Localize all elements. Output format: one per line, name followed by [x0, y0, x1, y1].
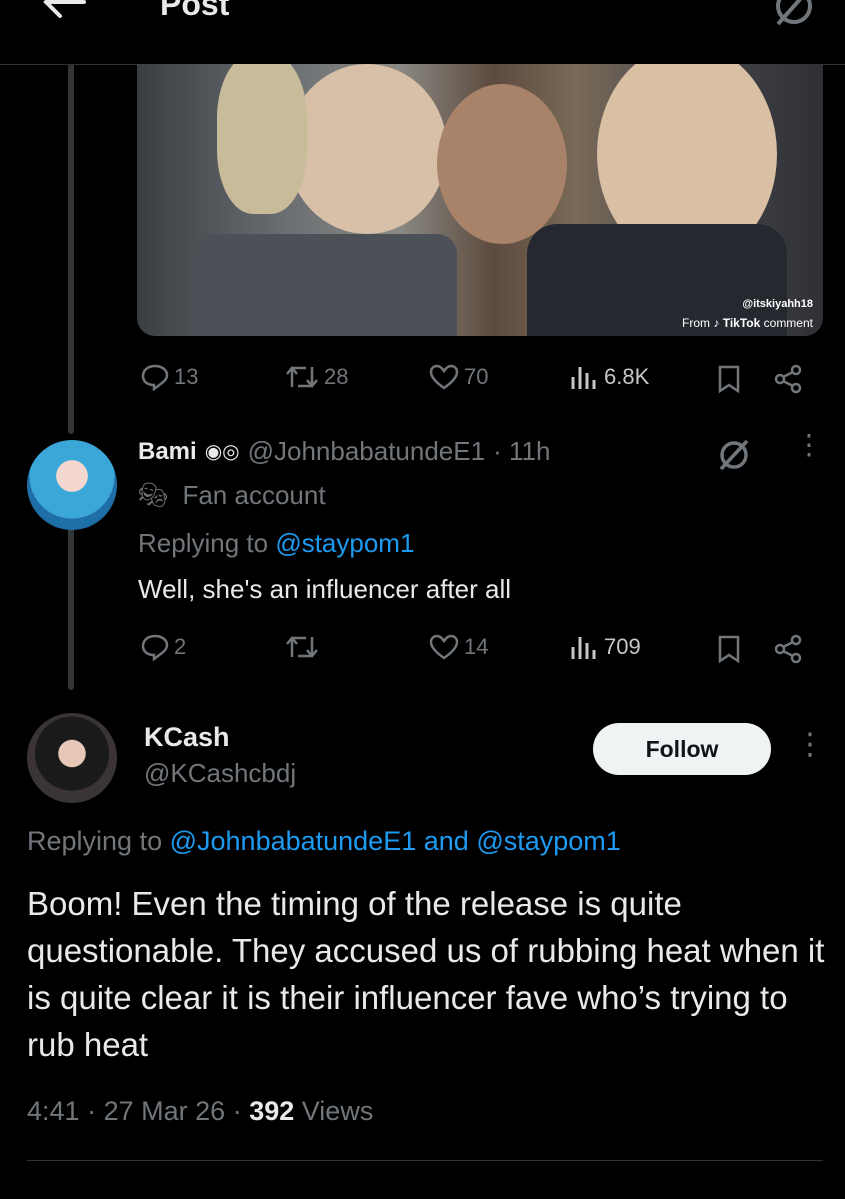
reply-button[interactable]: 2 — [140, 633, 186, 661]
hair — [217, 64, 307, 214]
timestamp[interactable]: · 11h — [493, 436, 550, 467]
post-text: Boom! Even the timing of the release is … — [27, 885, 825, 1063]
repost-count: 28 — [324, 364, 349, 389]
display-name[interactable]: Bami — [138, 438, 197, 466]
top-bar: Post — [0, 0, 845, 65]
reply-text: Well, she's an influencer after all — [138, 574, 512, 604]
tiktok-icon: ♪ — [713, 316, 720, 330]
thread-line — [68, 525, 74, 690]
views-count: 6.8K — [604, 364, 650, 389]
person-face — [287, 64, 447, 234]
mention-link[interactable]: @staypom1 — [476, 826, 620, 856]
theater-mask-icon: 🎭︎ — [138, 482, 169, 509]
repost-icon — [286, 636, 318, 658]
person-face — [437, 84, 567, 244]
like-count: 70 — [464, 364, 489, 389]
repost-button[interactable] — [284, 633, 320, 661]
more-icon[interactable]: ⋮ — [795, 730, 825, 760]
emoji-icon: ◉◎ — [204, 441, 240, 463]
views-count[interactable]: 392 — [249, 1096, 294, 1126]
reply-count: 13 — [174, 364, 199, 389]
user-handle[interactable]: @JohnbabatundeE1 — [248, 436, 485, 467]
separator: · — [87, 1096, 97, 1126]
user-handle[interactable]: @KCashcbdj — [144, 758, 296, 789]
like-button[interactable]: 70 — [428, 363, 488, 391]
thread-line — [68, 64, 74, 434]
like-button[interactable]: 14 — [428, 633, 488, 661]
fan-account-label: 🎭︎ Fan account — [138, 480, 326, 511]
bookmark-icon[interactable] — [716, 364, 742, 399]
page-title: Post — [160, 0, 230, 22]
views-button[interactable]: 6.8K — [568, 363, 649, 391]
account-label: Fan account — [182, 480, 326, 510]
watermark-handle: @itskiyahh18 — [742, 298, 813, 310]
bookmark-icon[interactable] — [716, 634, 742, 669]
more-icon[interactable]: ⋮ — [795, 431, 823, 459]
watermark-from: From — [682, 316, 711, 330]
analytics-icon — [571, 367, 596, 389]
grok-icon[interactable] — [716, 437, 752, 478]
views-button[interactable]: 709 — [568, 633, 641, 661]
post-meta: 4:41 · 27 Mar 26 · 392 Views — [27, 1096, 373, 1127]
reply1-header: Bami ◉◎ @JohnbabatundeE1 · 11h — [138, 436, 550, 467]
mention-link[interactable]: @staypom1 — [275, 528, 414, 558]
mention-and[interactable]: and — [424, 826, 469, 856]
reply-icon — [141, 364, 169, 391]
post-media-image[interactable]: @itskiyahh18 From ♪ TikTok comment — [137, 64, 823, 336]
analytics-icon — [571, 637, 596, 659]
reply-count: 2 — [174, 634, 187, 659]
share-icon[interactable] — [773, 364, 803, 399]
replying-prefix: Replying to — [27, 826, 163, 856]
grok-icon[interactable] — [770, 0, 818, 28]
reply-button[interactable]: 13 — [140, 363, 198, 391]
repost-button[interactable]: 28 — [284, 363, 348, 391]
watermark-tiktok: TikTok — [722, 316, 761, 330]
watermark-comment: comment — [763, 316, 813, 330]
post-date: 27 Mar 26 — [103, 1096, 226, 1126]
avatar[interactable] — [27, 713, 117, 803]
watermark-source: From ♪ TikTok comment — [682, 316, 813, 330]
views-count: 709 — [604, 634, 641, 659]
avatar[interactable] — [27, 440, 117, 530]
repost-icon — [286, 366, 318, 388]
follow-button[interactable]: Follow — [593, 723, 771, 775]
replying-to: Replying to @JohnbabatundeE1 and @staypo… — [27, 826, 621, 857]
separator: · — [232, 1096, 242, 1126]
post-time: 4:41 — [27, 1096, 80, 1126]
replying-to: Replying to @staypom1 — [138, 528, 414, 559]
divider — [27, 1160, 823, 1161]
jacket — [197, 234, 457, 336]
display-name[interactable]: KCash — [144, 722, 230, 753]
heart-icon — [429, 364, 459, 390]
back-arrow-icon[interactable] — [40, 0, 88, 22]
like-count: 14 — [464, 634, 489, 659]
share-icon[interactable] — [773, 634, 803, 669]
views-label: Views — [301, 1096, 374, 1126]
heart-icon — [429, 634, 459, 660]
replying-prefix: Replying to — [138, 528, 269, 558]
reply-icon — [141, 634, 169, 661]
mention-link[interactable]: @JohnbabatundeE1 — [170, 826, 417, 856]
